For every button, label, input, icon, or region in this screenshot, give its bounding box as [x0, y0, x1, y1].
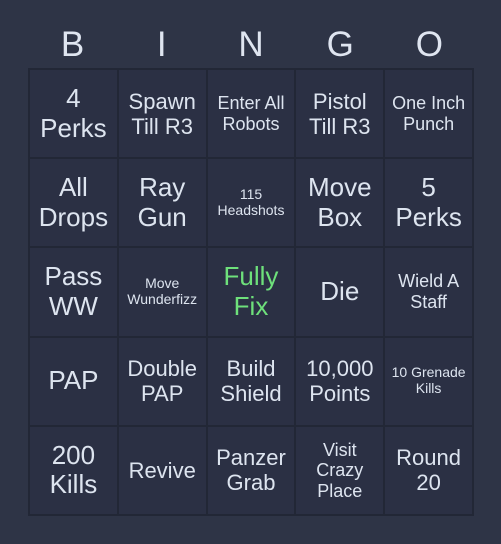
bingo-header-letter-i: I — [156, 24, 167, 64]
bingo-cell-label: Round 20 — [396, 445, 462, 496]
bingo-cell-r4c3[interactable]: Build Shield — [207, 337, 295, 425]
bingo-cell-label: Enter All Robots — [217, 93, 285, 134]
bingo-cell-label: 10,000 Points — [306, 356, 374, 407]
bingo-cell-label: All Drops — [38, 172, 109, 232]
bingo-cell-r5c3[interactable]: Panzer Grab — [207, 426, 295, 514]
bingo-cell-r5c1[interactable]: 200 Kills — [30, 426, 117, 514]
bingo-cell-r4c5[interactable]: 10 Grenade Kills — [385, 337, 472, 425]
bingo-cell-r5c2[interactable]: Revive — [118, 426, 206, 514]
bingo-header-letter-n: N — [238, 24, 264, 64]
bingo-cell-label: Fully Fix — [223, 261, 279, 321]
bingo-cell-r2c4[interactable]: Move Box — [296, 159, 384, 247]
bingo-cell-r5c5[interactable]: Round 20 — [385, 426, 472, 514]
bingo-cell-r2c1[interactable]: All Drops — [30, 159, 117, 247]
bingo-cell-r1c5[interactable]: One Inch Punch — [385, 70, 472, 158]
bingo-cell-label: 200 Kills — [49, 439, 98, 500]
bingo-cell-label: Wield A Staff — [398, 271, 460, 312]
bingo-cell-label: 10 Grenade Kills — [391, 364, 466, 397]
bingo-cell-label: Pistol Till R3 — [309, 88, 371, 139]
bingo-cell-label: Spawn Till R3 — [128, 88, 196, 139]
bingo-cell-r3c5[interactable]: Wield A Staff — [385, 248, 472, 336]
bingo-cell-label: Double PAP — [127, 356, 198, 407]
bingo-cell-r4c2[interactable]: Double PAP — [118, 337, 206, 425]
bingo-cell-label: Die — [320, 276, 360, 307]
bingo-cell-r3c3[interactable]: Fully Fix — [207, 248, 295, 336]
bingo-cell-r2c3[interactable]: 115 Headshots — [207, 159, 295, 247]
bingo-card: B I N G O 4 Perks Spawn Till R3 Enter All Robo… — [0, 0, 501, 544]
bingo-cell-label: Pass WW — [44, 261, 103, 321]
bingo-cell-r4c1[interactable]: PAP — [30, 337, 117, 425]
bingo-header-letter-b: B — [60, 24, 85, 64]
bingo-cell-label: PAP — [48, 365, 99, 396]
bingo-cell-label: One Inch Punch — [392, 93, 466, 134]
bingo-cell-label: Panzer Grab — [216, 445, 286, 496]
bingo-cell-r2c5[interactable]: 5 Perks — [385, 159, 472, 247]
bingo-cell-r2c2[interactable]: Ray Gun — [118, 159, 206, 247]
bingo-cell-label: Ray Gun — [137, 172, 187, 232]
bingo-cell-r4c4[interactable]: 10,000 Points — [296, 337, 384, 425]
bingo-cell-r1c3[interactable]: Enter All Robots — [207, 70, 295, 158]
bingo-cell-label: Move Box — [308, 172, 372, 232]
bingo-cell-r1c2[interactable]: Spawn Till R3 — [118, 70, 206, 158]
bingo-cell-label: Visit Crazy Place — [316, 439, 364, 501]
bingo-cell-label: 4 Perks — [40, 82, 107, 143]
bingo-cell-r3c2[interactable]: Move Wunderfizz — [118, 248, 206, 336]
bingo-cell-label: 5 Perks — [395, 172, 462, 232]
bingo-grid: 4 Perks Spawn Till R3 Enter All Robots Pist… — [28, 68, 474, 516]
bingo-cell-label: Revive — [128, 457, 196, 483]
bingo-header-letter-o: O — [415, 24, 443, 64]
bingo-header-letter-g: G — [326, 24, 354, 64]
bingo-cell-label: 115 Headshots — [217, 185, 285, 218]
bingo-cell-r3c1[interactable]: Pass WW — [30, 248, 117, 336]
bingo-header: BINGO — [28, 20, 474, 68]
bingo-cell-r5c4[interactable]: Visit Crazy Place — [296, 426, 384, 514]
bingo-cell-r1c4[interactable]: Pistol Till R3 — [296, 70, 384, 158]
bingo-cell-r1c1[interactable]: 4 Perks — [30, 70, 117, 158]
bingo-cell-r3c4[interactable]: Die — [296, 248, 384, 336]
bingo-cell-label: Build Shield — [220, 356, 282, 407]
bingo-cell-label: Move Wunderfizz — [127, 275, 198, 307]
